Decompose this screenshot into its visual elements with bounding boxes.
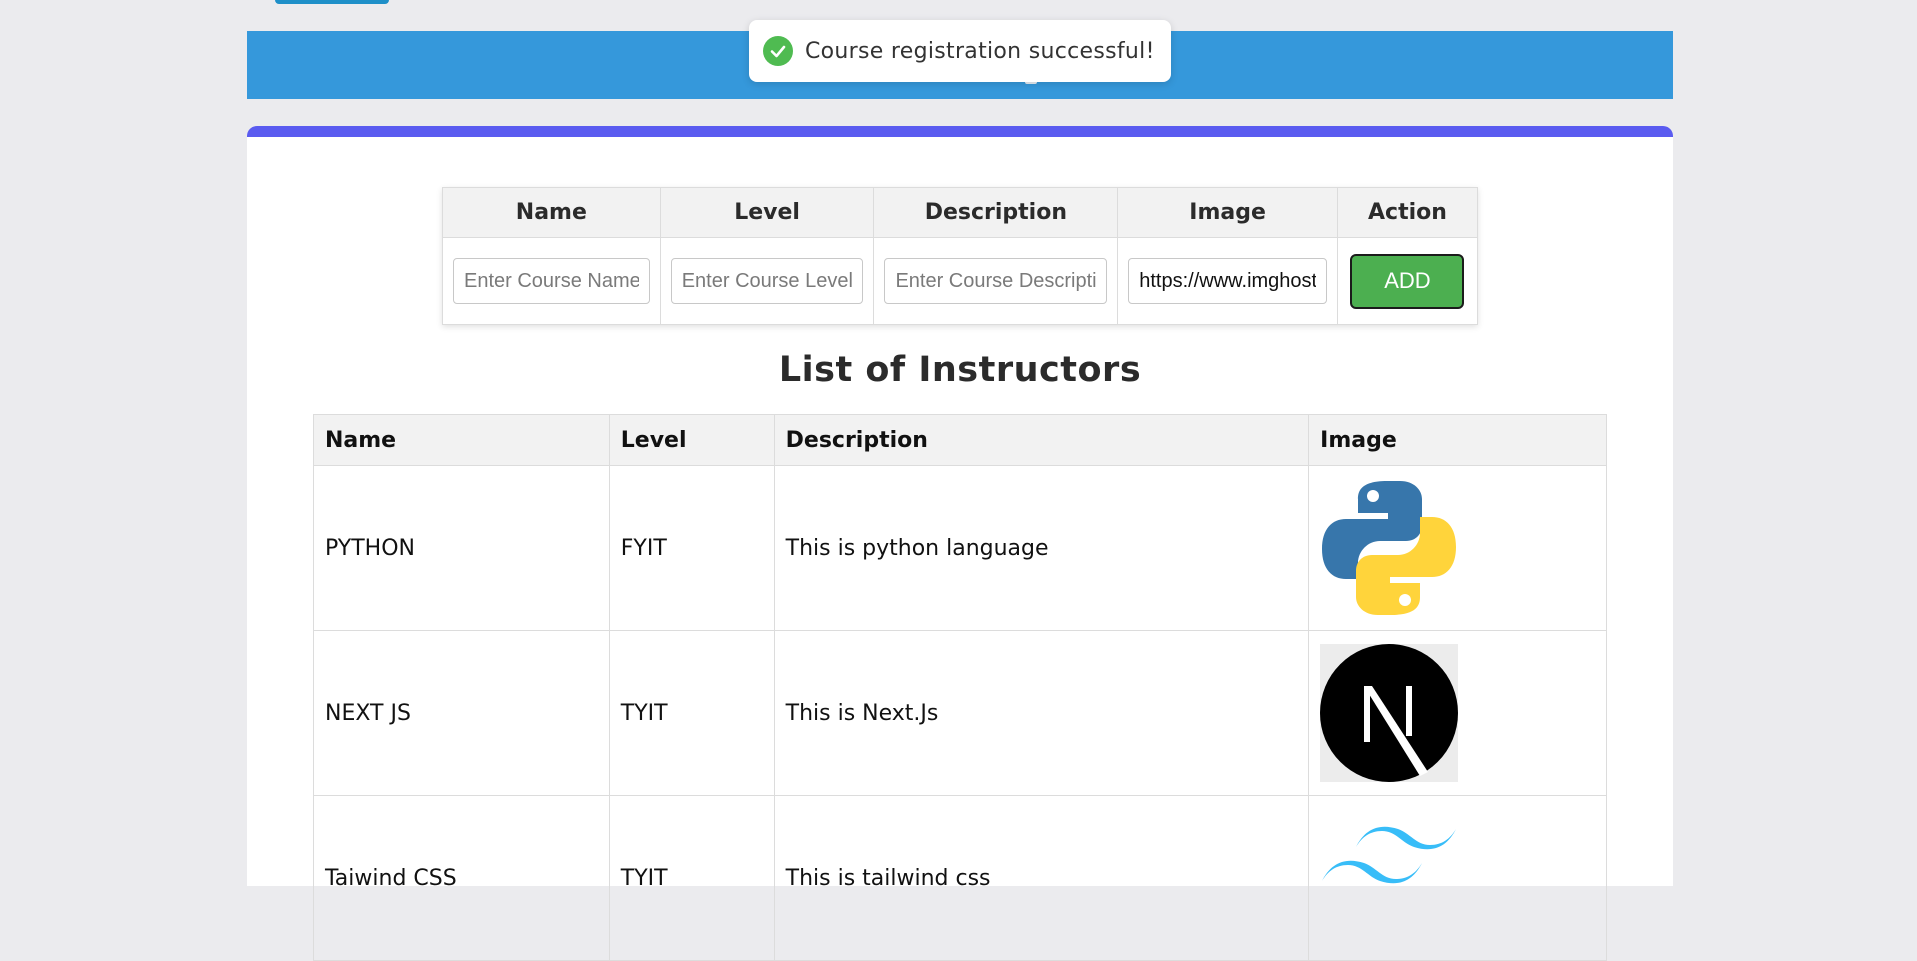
nextjs-logo-icon [1320, 644, 1459, 782]
row-description: This is tailwind css [773, 795, 1310, 961]
row-image-cell [1308, 630, 1607, 796]
add-button[interactable]: ADD [1350, 253, 1465, 309]
python-logo-icon [1322, 481, 1457, 615]
form-header-row: Name Level Description Image Action [442, 187, 1479, 238]
list-header-image: Image [1308, 414, 1607, 466]
success-toast: Course registration successful! [749, 20, 1171, 82]
course-form-table: Name Level Description Image Action ADD [442, 187, 1479, 325]
top-tab[interactable] [275, 0, 389, 4]
toast-message: Course registration successful! [805, 38, 1155, 64]
form-header-level: Level [659, 187, 875, 238]
course-image-input[interactable] [1128, 258, 1327, 304]
instructors-table: Name Level Description Image PYTHON FYIT… [313, 414, 1607, 961]
row-level: TYIT [608, 795, 775, 961]
table-row: NEXT JS TYIT This is Next.Js [313, 630, 1607, 796]
form-input-row: ADD [442, 237, 1479, 325]
row-name: NEXT JS [313, 630, 610, 796]
check-circle-icon [763, 36, 793, 66]
course-name-input[interactable] [453, 258, 650, 304]
form-header-name: Name [442, 187, 661, 238]
row-image-cell [1308, 465, 1607, 631]
list-header-name: Name [313, 414, 610, 466]
form-cell-level [659, 237, 875, 325]
list-header-row: Name Level Description Image [313, 414, 1607, 466]
row-description: This is python language [773, 465, 1310, 631]
form-cell-description [873, 237, 1119, 325]
form-cell-action: ADD [1336, 237, 1479, 325]
table-row: Taiwind CSS TYIT This is tailwind css [313, 795, 1607, 961]
form-header-description: Description [873, 187, 1119, 238]
list-header-level: Level [608, 414, 775, 466]
form-header-action: Action [1336, 187, 1479, 238]
row-image-cell [1308, 795, 1607, 961]
row-name: Taiwind CSS [313, 795, 610, 961]
row-description: This is Next.Js [773, 630, 1310, 796]
list-title: List of Instructors [778, 350, 1142, 390]
form-cell-image [1117, 237, 1338, 325]
course-level-input[interactable] [670, 258, 864, 304]
tailwind-logo-icon [1322, 826, 1457, 884]
course-description-input[interactable] [884, 258, 1108, 304]
row-level: TYIT [608, 630, 775, 796]
table-row: PYTHON FYIT This is python language [313, 465, 1607, 631]
row-name: PYTHON [313, 465, 610, 631]
form-cell-name [442, 237, 661, 325]
list-header-description: Description [773, 414, 1310, 466]
row-level: FYIT [608, 465, 775, 631]
form-header-image: Image [1117, 187, 1338, 238]
